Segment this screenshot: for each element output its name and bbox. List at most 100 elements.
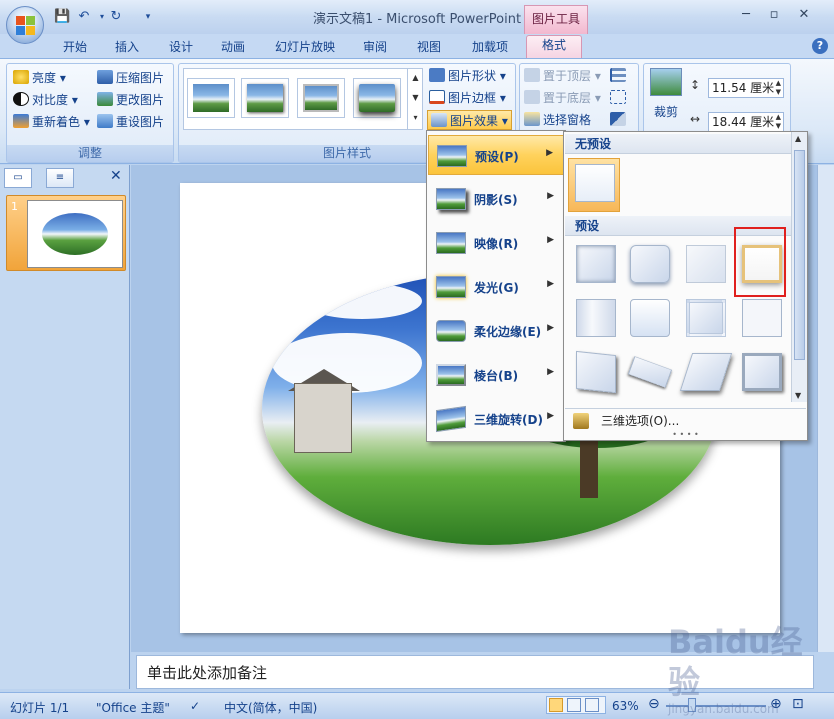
selection-pane-button[interactable]: 选择窗格 [524, 110, 591, 130]
style-thumb-4[interactable] [353, 78, 401, 118]
tab-format[interactable]: 格式 [526, 35, 582, 59]
height-field[interactable]: 11.54 厘米 ▲ ▼ [708, 78, 784, 98]
adjust-group-label: 调整 [7, 145, 173, 162]
gallery-scrollbar[interactable]: ▲ ▼ [791, 132, 807, 402]
mini-picture [42, 213, 108, 255]
preset-7[interactable] [680, 294, 732, 344]
tab-design[interactable]: 设计 [160, 38, 202, 58]
width-icon: ↔ [690, 112, 701, 126]
change-picture-button[interactable]: 更改图片 [97, 90, 164, 110]
scroll-up-icon[interactable]: ▲ [795, 134, 801, 143]
reset-picture-icon [97, 114, 113, 128]
group-button[interactable] [610, 88, 629, 108]
zoom-out-icon[interactable]: ⊖ [648, 696, 660, 712]
picture-effects-button[interactable]: 图片效果 ▾ [427, 110, 512, 130]
send-to-back-button[interactable]: 置于底层 ▾ [524, 88, 601, 108]
compress-pictures-button[interactable]: 压缩图片 [97, 68, 164, 88]
picture-shape-button[interactable]: 图片形状 ▾ [429, 66, 506, 86]
help-icon[interactable]: ? [812, 38, 828, 54]
gallery-scroll[interactable]: ▲ ▼ ▾ [407, 68, 423, 130]
slideshow-icon[interactable] [585, 698, 599, 712]
menu-item-glow[interactable]: 发光(G) ▶ [428, 267, 564, 307]
preset-5[interactable] [570, 294, 622, 344]
menu-item-bevel[interactable]: 棱台(B) ▶ [428, 355, 564, 395]
preset-2[interactable] [624, 240, 676, 290]
preset-swatch [630, 299, 670, 337]
preset-10[interactable] [624, 348, 676, 398]
contrast-button[interactable]: 对比度 ▾ [13, 90, 78, 110]
bring-front-icon [524, 68, 540, 82]
cloud [302, 283, 422, 319]
preset-9[interactable] [570, 348, 622, 398]
tab-animations[interactable]: 动画 [212, 38, 254, 58]
tab-home[interactable]: 开始 [54, 38, 96, 58]
menu-item-3d-rotation[interactable]: 三维旋转(D) ▶ [428, 399, 564, 439]
minimize-icon[interactable]: ─ [734, 6, 758, 24]
crop-button[interactable]: 裁剪 [654, 102, 678, 122]
language-indicator[interactable]: 中文(简体，中国) [224, 699, 317, 716]
preset-11[interactable] [679, 348, 733, 398]
vertical-scrollbar[interactable] [817, 165, 834, 652]
style-thumb-3[interactable] [297, 78, 345, 118]
shape-icon [429, 68, 445, 82]
normal-view-icon[interactable] [549, 698, 563, 712]
tree-trunk [580, 438, 598, 498]
rotate-button[interactable] [610, 110, 629, 130]
submenu-arrow-icon: ▶ [547, 279, 554, 289]
style-thumb-1[interactable] [187, 78, 235, 118]
preset-swatch [576, 350, 616, 394]
tab-slideshow[interactable]: 幻灯片放映 [268, 38, 342, 58]
change-picture-icon [97, 92, 113, 106]
bevel-icon [436, 364, 466, 386]
selection-pane-icon [524, 112, 540, 126]
slide-thumbnail-1[interactable]: 1 [6, 195, 126, 271]
close-pane-icon[interactable]: ✕ [110, 168, 122, 184]
view-buttons[interactable] [546, 696, 606, 714]
preset-swatch [742, 353, 782, 391]
scroll-thumb[interactable] [794, 150, 805, 360]
zoom-level[interactable]: 63% [612, 699, 639, 713]
recolor-button[interactable]: 重新着色 ▾ [13, 112, 90, 132]
rotate-icon [610, 112, 626, 126]
preset-swatch [686, 299, 726, 337]
preset-icon [437, 145, 467, 167]
restore-icon[interactable]: ▫ [762, 6, 786, 24]
tab-addins[interactable]: 加载项 [462, 38, 518, 58]
send-back-icon [524, 90, 540, 104]
house [294, 383, 352, 453]
bring-to-front-button[interactable]: 置于顶层 ▾ [524, 66, 601, 86]
preset-12[interactable] [736, 348, 788, 398]
width-field[interactable]: 18.44 厘米 ▲ ▼ [708, 112, 784, 132]
scroll-down-icon[interactable]: ▼ [795, 391, 801, 400]
slides-tab-icon[interactable]: ▭ [4, 168, 32, 188]
slide-sorter-icon[interactable] [567, 698, 581, 712]
menu-item-preset[interactable]: 预设(P) ▶ [428, 135, 564, 175]
close-icon[interactable]: ✕ [792, 6, 816, 24]
3d-options-button[interactable]: 三维选项(O)... [565, 408, 806, 432]
preset-3[interactable] [680, 240, 732, 290]
menu-item-reflection[interactable]: 映像(R) ▶ [428, 223, 564, 263]
align-button[interactable] [610, 66, 629, 86]
preset-6[interactable] [624, 294, 676, 344]
effects-icon [431, 113, 447, 127]
outline-tab-icon[interactable]: ≡ [46, 168, 74, 188]
spellcheck-icon[interactable]: ✓ [190, 699, 200, 713]
office-button[interactable] [6, 6, 44, 44]
style-thumb-2[interactable] [241, 78, 289, 118]
preset-8[interactable] [736, 294, 788, 344]
tab-view[interactable]: 视图 [408, 38, 450, 58]
tab-insert[interactable]: 插入 [106, 38, 148, 58]
tab-review[interactable]: 审阅 [354, 38, 396, 58]
shadow-icon [436, 188, 466, 210]
brightness-button[interactable]: 亮度 ▾ [13, 68, 66, 88]
preset-none[interactable] [568, 158, 620, 212]
theme-name[interactable]: "Office 主题" [96, 699, 170, 716]
menu-item-soft-edges[interactable]: 柔化边缘(E) ▶ [428, 311, 564, 351]
preset-swatch [576, 245, 616, 283]
reset-picture-button[interactable]: 重设图片 [97, 112, 164, 132]
resize-grip[interactable]: • • • • [565, 431, 806, 440]
preset-1[interactable] [570, 240, 622, 290]
height-icon: ↕ [690, 78, 701, 92]
menu-item-shadow[interactable]: 阴影(S) ▶ [428, 179, 564, 219]
picture-border-button[interactable]: 图片边框 ▾ [429, 88, 506, 108]
